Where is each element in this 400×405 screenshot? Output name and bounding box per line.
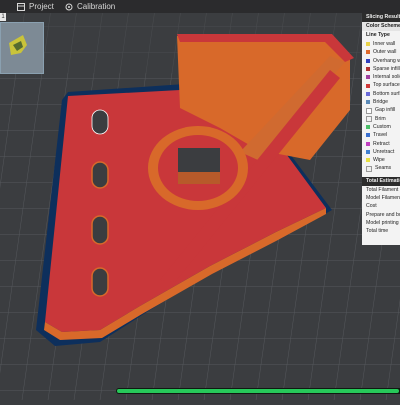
line-type-list: Inner wall Outer wallOverhang wallSparse … [362, 40, 400, 173]
line-type-item[interactable]: Travel [362, 131, 400, 139]
estimation-row: Prepare and build [366, 211, 400, 218]
thumbnail-preview [9, 35, 27, 55]
line-type-swatch [366, 67, 370, 72]
plate-thumbnail[interactable] [0, 22, 44, 74]
line-type-item[interactable]: Top surface [362, 81, 400, 89]
line-type-label: Bridge [373, 99, 388, 106]
line-type-swatch [366, 83, 370, 88]
line-type-item[interactable]: Bottom surface [362, 90, 400, 98]
slot-hole-3 [91, 215, 109, 245]
line-type-item[interactable]: Gap infill [362, 106, 400, 114]
project-icon [17, 2, 25, 11]
line-type-item[interactable]: Wipe [362, 156, 400, 164]
estimation-row: Total time [366, 228, 389, 235]
estimation-row: Model printing [366, 219, 399, 226]
calibration-icon [65, 3, 73, 10]
line-type-item[interactable]: Bridge [362, 98, 400, 106]
line-type-label: Wipe [373, 157, 385, 164]
slot-hole-2 [91, 161, 109, 189]
3d-viewport[interactable] [0, 13, 400, 400]
line-type-label: Custom [373, 123, 391, 130]
tab-calibration[interactable]: Calibration [65, 0, 115, 13]
line-type-label: Travel [373, 132, 388, 139]
line-type-item[interactable]: Sparse infill [362, 65, 400, 73]
line-type-label: Internal solid infill [373, 74, 400, 81]
tab-project[interactable]: Project [17, 0, 54, 13]
thumbnail-badge: 1 [0, 13, 6, 21]
line-type-label: Top surface [373, 82, 400, 89]
top-toolbar: Project Calibration [0, 0, 400, 13]
line-type-swatch [366, 50, 370, 55]
slicing-result-title: Slicing Result [362, 13, 400, 22]
line-type-label: Overhang wall [373, 57, 400, 64]
line-type-header: Line Type [366, 32, 390, 38]
line-type-item[interactable]: Internal solid infill [362, 73, 400, 81]
line-type-swatch [366, 91, 370, 96]
line-type-label: Brim [375, 115, 386, 122]
line-type-item[interactable]: Outer wall [362, 48, 400, 56]
line-type-item[interactable]: Overhang wall [362, 57, 400, 65]
line-type-swatch [366, 115, 372, 122]
line-type-label: Inner wall [373, 41, 396, 47]
estimation-row: Model Filament [366, 195, 400, 202]
line-type-item[interactable]: Unretract [362, 148, 400, 156]
line-type-swatch [366, 125, 370, 130]
line-type-swatch [366, 42, 370, 47]
slot-hole-1 [91, 109, 109, 135]
estimation-row: Cost [366, 203, 377, 210]
tab-project-label: Project [29, 2, 54, 11]
line-type-item[interactable]: Custom [362, 123, 400, 131]
estimation-row: Total Filament [366, 186, 399, 193]
line-type-swatch [366, 141, 370, 146]
estimation-list: Total Filament Model Filament Cost Prepare … [362, 186, 400, 236]
slicing-result-panel: Slicing Result Color Scheme Line Type In… [362, 13, 400, 245]
line-type-label: Bottom surface [373, 90, 400, 97]
progress-fill [117, 389, 399, 393]
slicing-progress-bar [116, 388, 400, 394]
line-type-swatch [366, 75, 370, 80]
line-type-label: Sparse infill [373, 65, 400, 72]
build-plate-view[interactable] [0, 13, 400, 400]
line-type-swatch [366, 107, 372, 114]
line-type-item[interactable]: Retract [362, 140, 400, 148]
line-type-item[interactable]: Seams [362, 164, 400, 172]
line-type-swatch [366, 58, 370, 63]
line-type-label: Retract [373, 140, 390, 147]
line-type-swatch [366, 158, 370, 163]
line-type-item[interactable]: Brim [362, 115, 400, 123]
line-type-swatch [366, 133, 370, 138]
tab-calibration-label: Calibration [77, 2, 116, 11]
line-type-swatch [366, 150, 370, 154]
slot-hole-4 [91, 267, 109, 297]
line-type-swatch [366, 100, 370, 105]
line-type-label: Outer wall [373, 49, 397, 56]
line-type-label: Seams [375, 165, 392, 172]
line-type-swatch [366, 165, 372, 172]
line-type-label: Gap infill [375, 107, 396, 114]
estimation-title: Total Estimation [362, 176, 400, 186]
line-type-label: Unretract [373, 148, 395, 155]
line-type-item[interactable]: Inner wall [362, 40, 400, 48]
color-scheme-label[interactable]: Color Scheme [362, 22, 400, 31]
